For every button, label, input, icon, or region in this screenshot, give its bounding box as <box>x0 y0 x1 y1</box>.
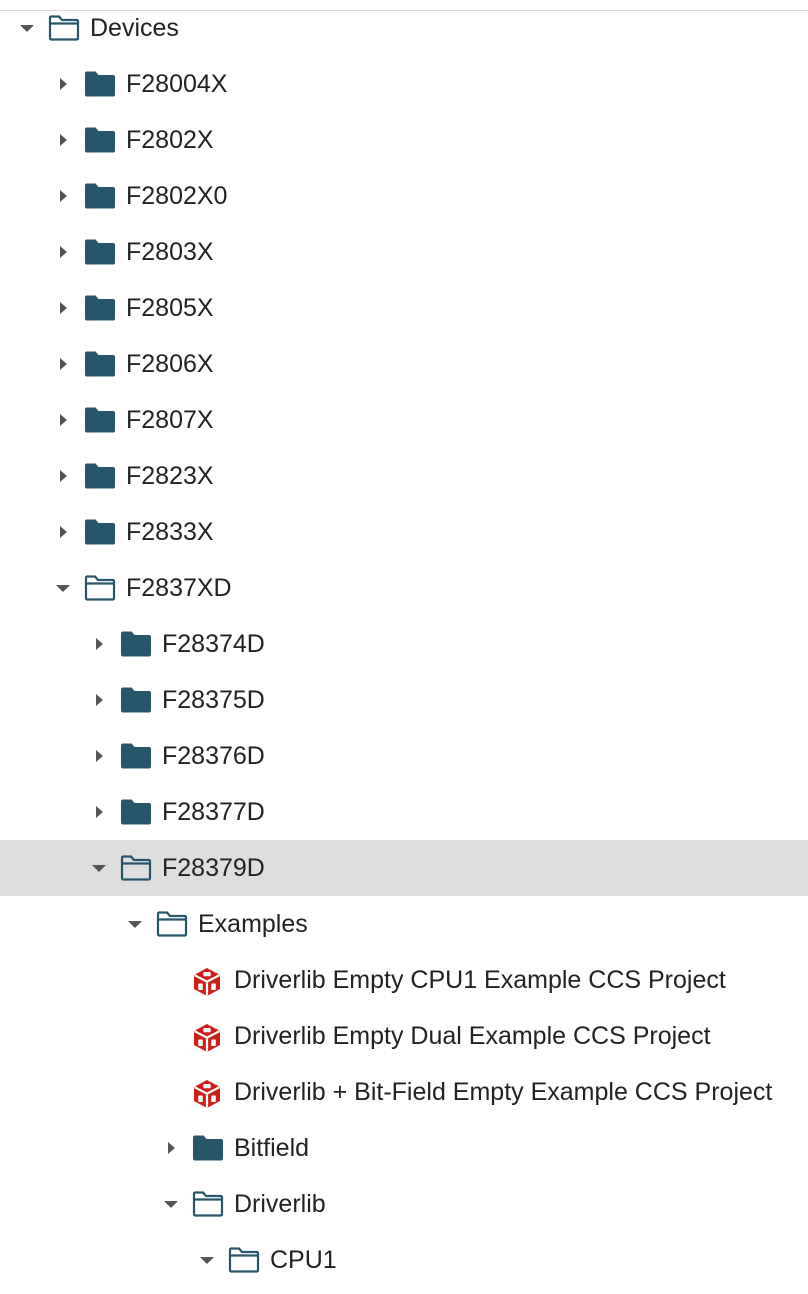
tree-item-label: F28377D <box>162 798 265 826</box>
project-cube-icon <box>191 1022 223 1052</box>
caret-down-icon[interactable] <box>54 560 72 616</box>
caret-down-icon[interactable] <box>162 1176 180 1232</box>
tree-item-label: F2807X <box>126 406 214 434</box>
folder-icon <box>120 630 152 658</box>
caret-right-icon[interactable] <box>54 392 72 448</box>
tree-item-f28374d[interactable]: F28374D <box>0 616 808 672</box>
tree-item-label: CPU1 <box>270 1246 337 1274</box>
tree-item-label: Examples <box>198 910 308 938</box>
tree-item-label: F28375D <box>162 686 265 714</box>
caret-right-icon[interactable] <box>54 56 72 112</box>
tree-item-label: F28374D <box>162 630 265 658</box>
folder-open-icon <box>192 1190 224 1218</box>
caret-right-icon[interactable] <box>90 784 108 840</box>
caret-right-icon[interactable] <box>54 168 72 224</box>
folder-icon <box>120 798 152 826</box>
tree-item-label: F2805X <box>126 294 214 322</box>
caret-right-icon[interactable] <box>54 504 72 560</box>
tree-item-f28377d[interactable]: F28377D <box>0 784 808 840</box>
caret-down-icon[interactable] <box>18 0 36 56</box>
tree-item-f2802x0[interactable]: F2802X0 <box>0 168 808 224</box>
folder-open-icon <box>84 574 116 602</box>
tree-item-f28375d[interactable]: F28375D <box>0 672 808 728</box>
tree-item-label: Bitfield <box>234 1134 310 1162</box>
tree-item-label: Devices <box>90 14 179 42</box>
tree-item-project-bitfield[interactable]: Driverlib + Bit-Field Empty Example CCS … <box>0 1064 808 1120</box>
tree-item-f2803x[interactable]: F2803X <box>0 224 808 280</box>
folder-open-icon <box>228 1246 260 1274</box>
tree-item-bitfield[interactable]: Bitfield <box>0 1120 808 1176</box>
tree-item-label: Driverlib Empty CPU1 Example CCS Project <box>234 966 726 994</box>
caret-right-icon[interactable] <box>54 280 72 336</box>
caret-down-icon[interactable] <box>126 896 144 952</box>
folder-icon <box>120 742 152 770</box>
folder-open-icon <box>120 854 152 882</box>
tree-item-f2833x[interactable]: F2833X <box>0 504 808 560</box>
caret-right-icon[interactable] <box>54 112 72 168</box>
project-cube-icon <box>191 966 223 996</box>
caret-right-icon[interactable] <box>162 1120 180 1176</box>
tree-item-label: F2802X0 <box>126 182 228 210</box>
caret-right-icon[interactable] <box>54 448 72 504</box>
folder-icon <box>84 294 116 322</box>
tree-item-f2805x[interactable]: F2805X <box>0 280 808 336</box>
tree-item-f2837xd[interactable]: F2837XD <box>0 560 808 616</box>
tree-item-label: F2833X <box>126 518 214 546</box>
caret-right-icon[interactable] <box>90 728 108 784</box>
tree-item-label: F28004X <box>126 70 228 98</box>
tree-item-f28004x[interactable]: F28004X <box>0 56 808 112</box>
tree-item-label: F2802X <box>126 126 214 154</box>
tree-item-label: Driverlib + Bit-Field Empty Example CCS … <box>234 1078 773 1106</box>
folder-icon <box>84 238 116 266</box>
caret-down-icon[interactable] <box>90 840 108 896</box>
tree-item-f2807x[interactable]: F2807X <box>0 392 808 448</box>
caret-right-icon[interactable] <box>90 616 108 672</box>
caret-right-icon[interactable] <box>90 672 108 728</box>
folder-icon <box>84 406 116 434</box>
folder-icon <box>84 182 116 210</box>
tree-item-f2802x[interactable]: F2802X <box>0 112 808 168</box>
tree-item-label: F28379D <box>162 854 265 882</box>
tree-item-label: Driverlib Empty Dual Example CCS Project <box>234 1022 711 1050</box>
caret-down-icon[interactable] <box>198 1232 216 1288</box>
caret-right-icon[interactable] <box>54 224 72 280</box>
folder-icon <box>84 350 116 378</box>
tree-item-cpu1[interactable]: CPU1 <box>0 1232 808 1288</box>
tree-item-driverlib[interactable]: Driverlib <box>0 1176 808 1232</box>
caret-right-icon[interactable] <box>54 336 72 392</box>
tree-item-f28379d[interactable]: F28379D <box>0 840 808 896</box>
folder-icon <box>84 462 116 490</box>
folder-icon <box>84 126 116 154</box>
folder-open-icon <box>48 14 80 42</box>
folder-icon <box>84 70 116 98</box>
tree-item-label: F2823X <box>126 462 214 490</box>
tree-item-f2806x[interactable]: F2806X <box>0 336 808 392</box>
tree-item-label: F2803X <box>126 238 214 266</box>
tree-item-label: Driverlib <box>234 1190 326 1218</box>
tree-item-f28376d[interactable]: F28376D <box>0 728 808 784</box>
tree-item-project-cpu1[interactable]: Driverlib Empty CPU1 Example CCS Project <box>0 952 808 1008</box>
tree-item-f2823x[interactable]: F2823X <box>0 448 808 504</box>
folder-icon <box>192 1134 224 1162</box>
tree-item-devices[interactable]: Devices <box>0 0 808 56</box>
tree-item-examples[interactable]: Examples <box>0 896 808 952</box>
project-cube-icon <box>191 1078 223 1108</box>
tree-item-project-dual[interactable]: Driverlib Empty Dual Example CCS Project <box>0 1008 808 1064</box>
folder-icon <box>120 686 152 714</box>
tree-item-label: F2837XD <box>126 574 232 602</box>
folder-icon <box>84 518 116 546</box>
tree-item-label: F2806X <box>126 350 214 378</box>
folder-open-icon <box>156 910 188 938</box>
tree-item-label: F28376D <box>162 742 265 770</box>
